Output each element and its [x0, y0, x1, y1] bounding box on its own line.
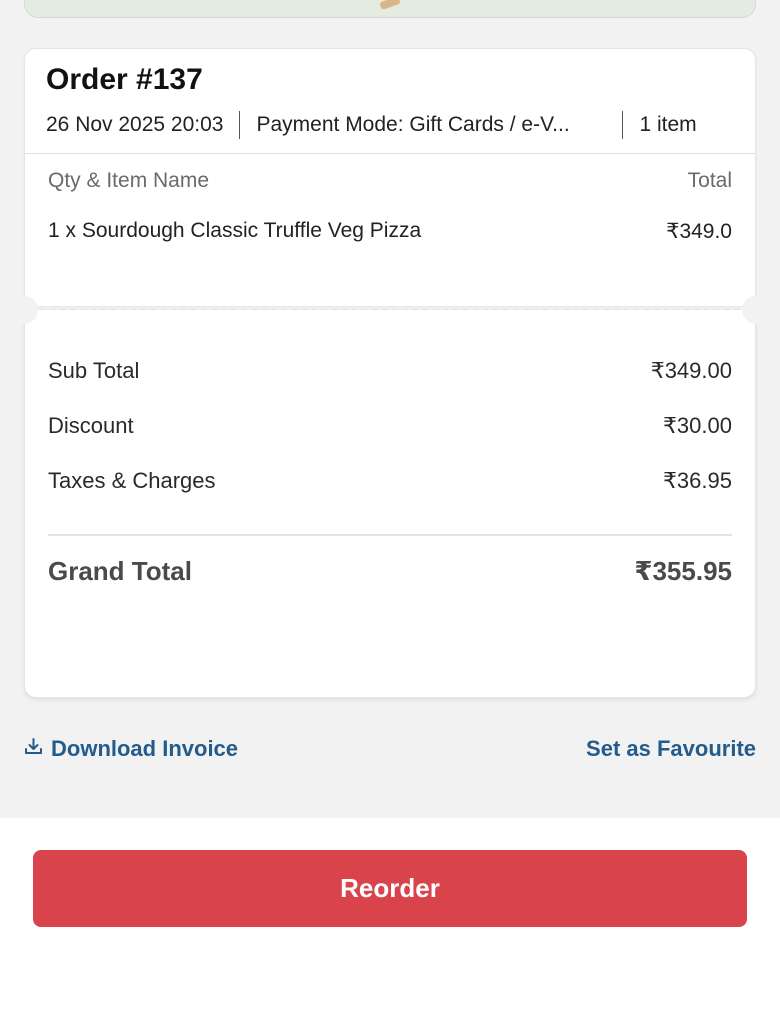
set-favourite-link[interactable]: Set as Favourite	[586, 736, 756, 762]
download-invoice-link[interactable]: Download Invoice	[24, 736, 238, 762]
item-count: 1 item	[639, 113, 697, 136]
divider	[25, 153, 755, 154]
taxes-value: ₹36.95	[662, 468, 732, 493]
download-icon	[24, 736, 51, 762]
pizza-illustration	[379, 0, 401, 11]
item-total: ₹349.0	[666, 220, 732, 243]
items-header: Qty & Item Name Total	[48, 169, 732, 193]
ticket-notch-right	[742, 296, 770, 324]
download-invoice-label: Download Invoice	[51, 736, 239, 761]
taxes-row: Taxes & Charges ₹36.95	[48, 468, 732, 494]
order-actions: Download Invoice Set as Favourite	[24, 736, 756, 762]
order-title: Order #137	[46, 63, 203, 96]
ticket-notch-left	[10, 296, 38, 324]
items-header-name: Qty & Item Name	[48, 169, 210, 192]
payment-mode: Payment Mode: Gift Cards / e-V...	[256, 113, 570, 136]
order-card: Order #137 26 Nov 2025 20:03 Payment Mod…	[24, 48, 756, 306]
items-header-total: Total	[687, 169, 732, 192]
discount-row: Discount ₹30.00	[48, 413, 732, 439]
taxes-label: Taxes & Charges	[48, 468, 216, 493]
subtotal-label: Sub Total	[48, 358, 140, 383]
meta-separator	[239, 111, 241, 139]
meta-separator	[622, 111, 624, 139]
order-datetime: 26 Nov 2025 20:03	[46, 113, 224, 136]
footer-bar: Reorder	[0, 818, 780, 1024]
grand-total-label: Grand Total	[48, 556, 192, 586]
item-name: 1 x Sourdough Classic Truffle Veg Pizza	[48, 219, 422, 242]
subtotal-value: ₹349.00	[650, 358, 732, 383]
list-item: 1 x Sourdough Classic Truffle Veg Pizza …	[48, 219, 732, 244]
discount-label: Discount	[48, 413, 134, 438]
divider	[48, 534, 732, 536]
order-meta: 26 Nov 2025 20:03 Payment Mode: Gift Car…	[46, 111, 736, 139]
bill-summary-card: Sub Total ₹349.00 Discount ₹30.00 Taxes …	[24, 310, 756, 698]
top-banner	[24, 0, 756, 18]
reorder-button[interactable]: Reorder	[33, 850, 747, 927]
discount-value: ₹30.00	[662, 413, 732, 438]
grand-total-row: Grand Total ₹355.95	[48, 556, 732, 587]
subtotal-row: Sub Total ₹349.00	[48, 358, 732, 384]
grand-total-value: ₹355.95	[634, 556, 732, 586]
